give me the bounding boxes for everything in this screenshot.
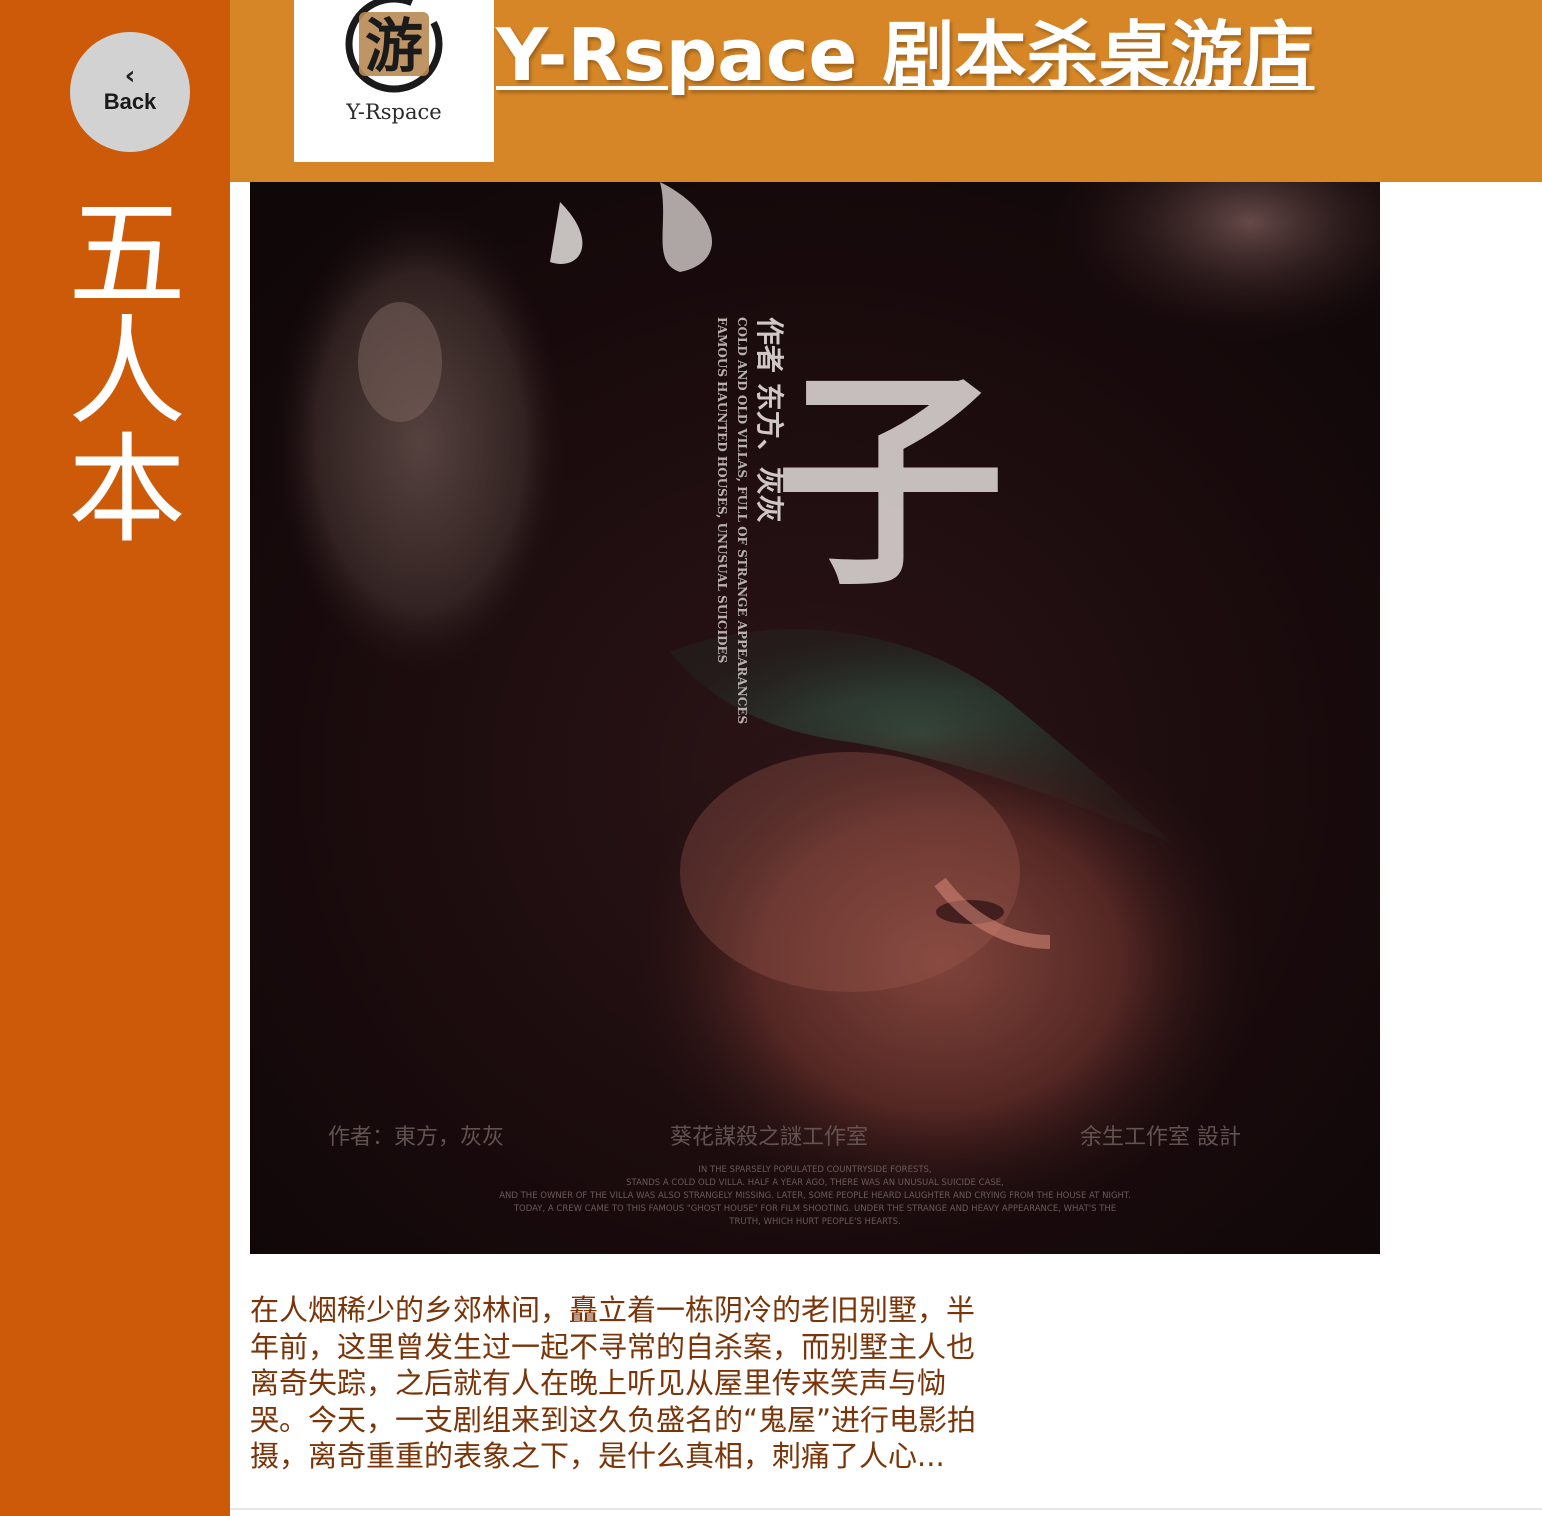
chevron-left-icon: ‹	[124, 61, 136, 91]
script-description: 在人烟稀少的乡郊林间，矗立着一栋阴冷的老旧别墅，半年前，这里曾发生过一起不寻常的…	[250, 1293, 977, 1473]
back-button-label: Back	[103, 89, 157, 114]
script-poster-image: 子 作者 东方、灰灰 COLD AND OLD VILLAS, FULL OF …	[250, 182, 1380, 1254]
poster-artwork: 子 作者 东方、灰灰 COLD AND OLD VILLAS, FULL OF …	[250, 182, 1380, 1254]
logo-glyph: 游	[365, 12, 423, 80]
category-label: 五人本	[67, 185, 186, 559]
poster-synopsis-en-1: IN THE SPARSELY POPULATED COUNTRYSIDE FO…	[698, 1165, 931, 1175]
poster-title-glyph: 子	[775, 347, 1005, 617]
poster-synopsis-en-4: TODAY, A CREW CAME TO THIS FAMOUS "GHOST…	[513, 1204, 1116, 1214]
logo-text: Y-Rspace	[346, 100, 442, 124]
poster-synopsis-en-3: AND THE OWNER OF THE VILLA WAS ALSO STRA…	[499, 1191, 1131, 1201]
logo-emblem-icon: 游	[345, 0, 443, 93]
poster-credit-studio: 葵花謀殺之謎工作室	[670, 1125, 868, 1150]
divider	[230, 1508, 1542, 1510]
sidebar: ‹ Back 五人本	[0, 0, 230, 1516]
poster-synopsis-en-5: TRUTH, WHICH HURT PEOPLE'S HEARTS.	[728, 1217, 900, 1227]
poster-tagline-2: FAMOUS HAUNTED HOUSES, UNUSUAL SUICIDES	[715, 317, 729, 663]
poster-tagline-1: COLD AND OLD VILLAS, FULL OF STRANGE APP…	[735, 317, 749, 724]
store-title-link[interactable]: Y-Rspace 剧本杀桌游店	[496, 10, 1314, 100]
header: 游 Y-Rspace Y-Rspace 剧本杀桌游店	[230, 0, 1542, 182]
store-logo[interactable]: 游 Y-Rspace	[294, 0, 494, 162]
poster-author-vertical: 作者 东方、灰灰	[753, 317, 786, 523]
back-button[interactable]: ‹ Back	[70, 32, 190, 152]
poster-credit-author: 作者：東方，灰灰	[328, 1125, 504, 1150]
poster-credit-design: 余生工作室 設計	[1080, 1125, 1241, 1150]
poster-synopsis-en-2: STANDS A COLD OLD VILLA. HALF A YEAR AGO…	[626, 1178, 1004, 1188]
